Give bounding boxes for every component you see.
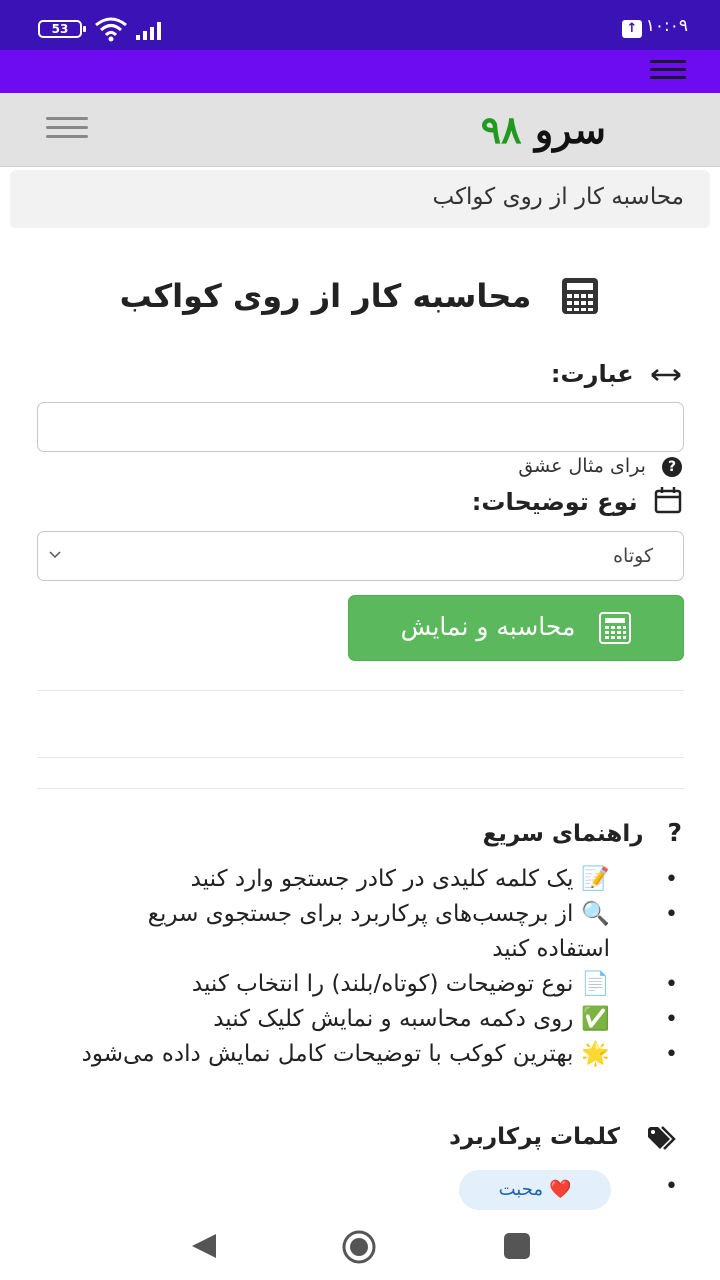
check-icon: ✅ <box>581 1006 610 1032</box>
upload-icon: ↑ <box>622 20 642 38</box>
list-item: 📄 نوع توضیحات (کوتاه/بلند) را انتخاب کنید <box>40 967 680 1002</box>
question-circle-icon: ? <box>662 456 682 477</box>
wifi-icon <box>95 17 127 42</box>
select-value: کوتاه <box>613 545 653 567</box>
question-icon: ? <box>667 818 682 847</box>
list-bullet: • <box>665 1174 678 1199</box>
system-navigation-bar <box>0 1212 720 1280</box>
tags-icon <box>648 1125 676 1150</box>
description-type-select[interactable]: کوتاه <box>37 531 684 581</box>
guide-title: ? راهنمای سریع <box>483 818 682 847</box>
phrase-label-text: عبارت: <box>550 360 634 388</box>
logo-number: ۹۸ <box>480 107 522 152</box>
page-title-row: محاسبه کار از روی کواکب <box>0 276 720 336</box>
phrase-label: عبارت: <box>551 360 682 389</box>
calculator-icon <box>599 612 632 644</box>
header-menu-toggle-icon[interactable] <box>46 117 88 141</box>
document-icon: 📄 <box>581 971 610 997</box>
page-title: محاسبه کار از روی کواکب <box>119 277 532 315</box>
keywords-title: کلمات پرکاربرد <box>449 1124 682 1151</box>
submit-label: محاسبه و نمایش <box>400 612 576 641</box>
input-hint: ? برای مثال عشق <box>518 455 682 477</box>
hint-text: برای مثال عشق <box>518 455 646 477</box>
list-item: 🔍از برچسب‌های پرکاربرد برای جستجوی سریع … <box>40 897 680 967</box>
divider <box>37 788 684 789</box>
arrows-horizontal-icon <box>650 361 682 389</box>
list-item: 📝 یک کلمه کلیدی در کادر جستجو وارد کنید <box>40 862 680 897</box>
site-header: سرو ۹۸ <box>0 93 720 167</box>
heart-icon: ❤️ <box>548 1179 572 1200</box>
guide-title-text: راهنمای سریع <box>482 821 644 847</box>
list-item: ✅ روی دکمه محاسبه و نمایش کلیک کنید <box>40 1002 680 1037</box>
chevron-down-icon <box>49 551 61 559</box>
site-logo[interactable]: سرو ۹۸ <box>481 107 606 152</box>
guide-item-text: از برچسب‌های پرکاربرد برای جستجوی سریع ا… <box>147 901 610 962</box>
recent-apps-icon[interactable] <box>504 1233 530 1259</box>
hamburger-menu-icon[interactable] <box>650 60 686 84</box>
breadcrumb: محاسبه کار از روی کواکب <box>10 170 710 228</box>
divider <box>37 690 684 691</box>
guide-item-text: روی دکمه محاسبه و نمایش کلیک کنید <box>213 1006 574 1032</box>
guide-item-text: یک کلمه کلیدی در کادر جستجو وارد کنید <box>190 866 574 892</box>
keywords-title-text: کلمات پرکاربرد <box>449 1124 620 1150</box>
status-bar: 53 ↑ ۱۰:۰۹ <box>0 0 720 50</box>
battery-icon: 53 <box>38 20 86 38</box>
magnifier-icon: 🔍 <box>581 901 610 927</box>
home-icon[interactable] <box>341 1229 377 1265</box>
signal-icon <box>136 22 161 40</box>
calculate-show-button[interactable]: محاسبه و نمایش <box>348 595 684 661</box>
memo-icon: 📝 <box>581 866 610 892</box>
calculator-icon <box>562 278 599 314</box>
type-label: نوع توضیحات: <box>472 486 682 520</box>
keyword-tag[interactable]: ❤️محبت <box>459 1170 611 1210</box>
battery-level: 53 <box>51 22 69 36</box>
calendar-icon <box>654 486 682 520</box>
type-label-text: نوع توضیحات: <box>471 488 638 516</box>
phrase-input[interactable] <box>37 402 684 452</box>
list-item: 🌟 بهترین کوکب با توضیحات کامل نمایش داده … <box>40 1037 680 1072</box>
guide-list: 📝 یک کلمه کلیدی در کادر جستجو وارد کنید 🔍… <box>40 862 680 1072</box>
star-icon: 🌟 <box>581 1041 610 1067</box>
guide-item-text: بهترین کوکب با توضیحات کامل نمایش داده م… <box>81 1041 574 1067</box>
top-nav-bar <box>0 50 720 93</box>
logo-word: سرو <box>534 107 606 152</box>
divider <box>37 757 684 758</box>
status-time: ۱۰:۰۹ <box>645 16 688 36</box>
guide-item-text: نوع توضیحات (کوتاه/بلند) را انتخاب کنید <box>191 971 574 997</box>
keyword-label: محبت <box>498 1179 543 1200</box>
back-icon[interactable] <box>190 1232 218 1260</box>
